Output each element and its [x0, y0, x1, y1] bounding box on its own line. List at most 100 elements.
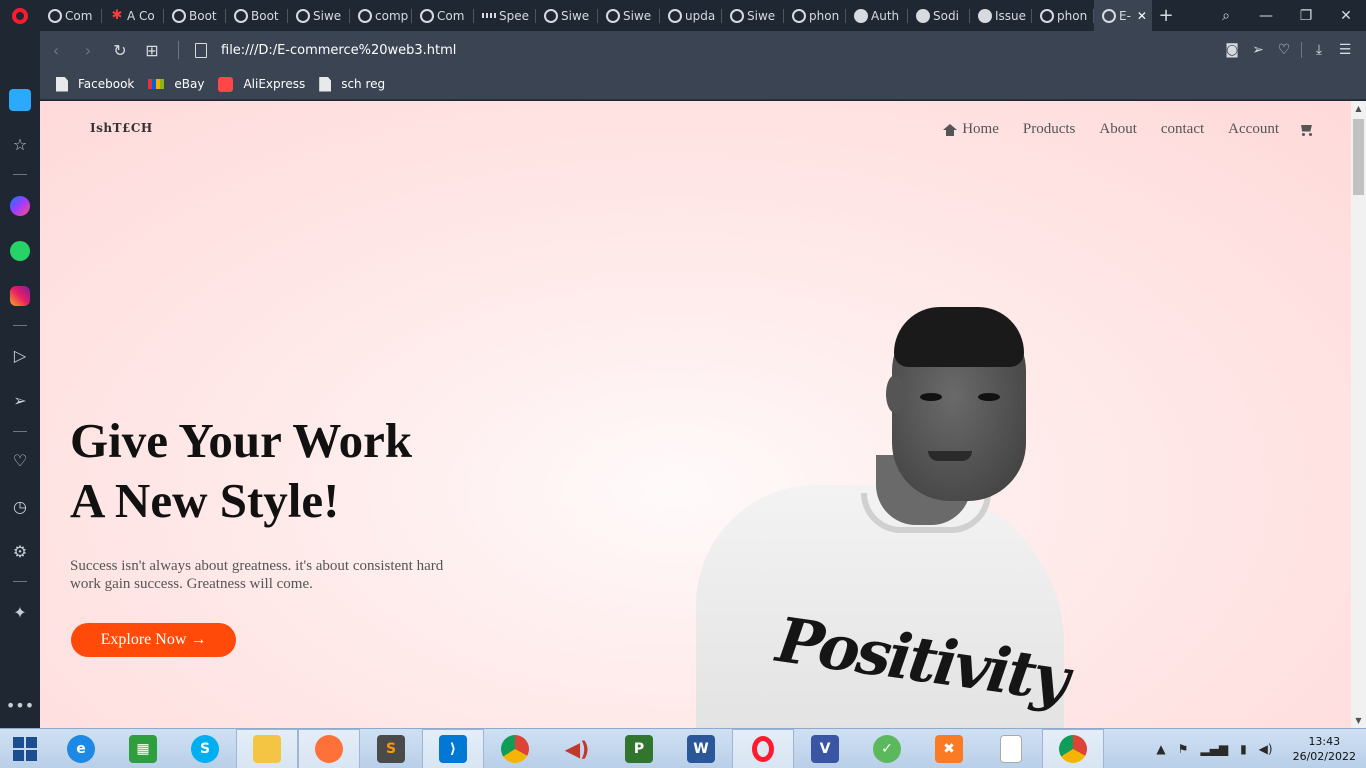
browser-tab[interactable]: phon: [784, 0, 846, 31]
show-hidden-icons-icon[interactable]: ▲: [1156, 742, 1165, 756]
taskbar-volume-app[interactable]: ◀): [546, 729, 608, 768]
taskbar-chrome-2[interactable]: [1042, 728, 1104, 768]
send-icon[interactable]: ➢: [0, 391, 40, 410]
browser-tab[interactable]: Com: [412, 0, 474, 31]
easy-setup-icon[interactable]: ☰: [1332, 42, 1358, 58]
bookmark-heart-icon[interactable]: ♡: [1271, 42, 1297, 58]
page-viewport: IshT£CH Home Products About contact Acco…: [40, 101, 1366, 728]
taskbar-camtasia[interactable]: ✓: [856, 729, 918, 768]
bookmark-sch-reg[interactable]: sch reg: [319, 76, 385, 92]
taskbar-visio[interactable]: V: [794, 729, 856, 768]
browser-tab[interactable]: Issue: [970, 0, 1032, 31]
browser-tab[interactable]: Spee: [474, 0, 536, 31]
globe-icon: [792, 8, 806, 23]
nav-home-link[interactable]: Home: [943, 121, 999, 138]
browser-tab[interactable]: ✱ A Co: [102, 0, 164, 31]
start-button[interactable]: [0, 729, 50, 768]
settings-gear-icon[interactable]: ⚙: [0, 542, 40, 561]
taskbar-project[interactable]: P: [608, 729, 670, 768]
download-icon[interactable]: ⤓: [1306, 42, 1332, 58]
close-window-button[interactable]: ✕: [1326, 8, 1366, 24]
hero-title: Give Your Work A New Style!: [70, 411, 490, 531]
shopping-cart-icon[interactable]: [1299, 124, 1314, 136]
new-tab-button[interactable]: +: [1152, 5, 1180, 26]
url-field[interactable]: file:///D:/E-commerce%20web3.html: [221, 43, 456, 58]
bookmarks-bar: Facebook eBay AliExpress sch reg: [40, 69, 1366, 100]
speed-dial-icon[interactable]: [9, 89, 31, 111]
taskbar-chrome[interactable]: [484, 729, 546, 768]
search-tabs-icon[interactable]: ⌕: [1206, 8, 1246, 24]
browser-tab[interactable]: Auth: [846, 0, 908, 31]
bookmark-ebay[interactable]: eBay: [148, 77, 204, 91]
opera-sidebar: ☆ ▷ ➢ ♡ ◷ ⚙ ✦ •••: [0, 31, 40, 728]
whatsapp-icon[interactable]: [10, 241, 30, 261]
volume-icon[interactable]: ◀): [1259, 742, 1273, 756]
taskbar-blank-file[interactable]: [980, 729, 1042, 768]
opera-menu-icon[interactable]: [0, 0, 40, 31]
taskbar-word[interactable]: W: [670, 729, 732, 768]
close-tab-icon[interactable]: ✕: [1137, 9, 1147, 23]
tabs-grid-icon[interactable]: ⊞: [136, 41, 168, 60]
taskbar-firefox[interactable]: [298, 728, 360, 768]
folder-icon: [253, 734, 281, 763]
bookmarks-star-icon[interactable]: ☆: [0, 135, 40, 154]
bookmark-aliexpress[interactable]: AliExpress: [218, 76, 305, 92]
taskbar-sublime-text[interactable]: S: [360, 729, 422, 768]
bookmark-facebook[interactable]: Facebook: [56, 76, 134, 92]
system-clock[interactable]: 13:43 26/02/2022: [1293, 734, 1356, 764]
reload-icon[interactable]: ↻: [104, 41, 136, 60]
sidebar-divider: [13, 325, 27, 326]
nav-contact-link[interactable]: contact: [1161, 121, 1204, 138]
heart-icon[interactable]: ♡: [0, 451, 40, 470]
restore-button[interactable]: ❐: [1286, 8, 1326, 24]
asterisk-icon: ✱: [111, 8, 123, 23]
taskbar-internet-explorer[interactable]: e: [50, 729, 112, 768]
history-clock-icon[interactable]: ◷: [0, 497, 40, 516]
instagram-icon[interactable]: [10, 286, 30, 306]
taskbar-vscode[interactable]: ⟩: [422, 728, 484, 768]
browser-tab[interactable]: Siwe: [598, 0, 660, 31]
nav-about-link[interactable]: About: [1099, 121, 1137, 138]
back-icon[interactable]: ‹: [40, 41, 72, 60]
scroll-down-icon[interactable]: ▼: [1351, 716, 1366, 725]
site-logo[interactable]: IshT£CH: [90, 121, 153, 135]
taskbar-store[interactable]: ▦: [112, 729, 174, 768]
messenger-icon[interactable]: [10, 196, 30, 216]
taskbar-file-explorer[interactable]: [236, 728, 298, 768]
grid-icon: [482, 9, 496, 23]
active-browser-tab[interactable]: E- ✕: [1094, 0, 1152, 31]
page-scrollbar[interactable]: ▲ ▼: [1351, 101, 1366, 728]
lightbulb-icon[interactable]: ✦: [0, 603, 40, 622]
nav-products-link[interactable]: Products: [1023, 121, 1076, 138]
taskbar-xampp[interactable]: ✖: [918, 729, 980, 768]
page-document-icon: [195, 42, 207, 58]
network-signal-icon[interactable]: ▂▄▆: [1200, 742, 1228, 756]
taskbar-skype[interactable]: S: [174, 729, 236, 768]
browser-tab[interactable]: Boot: [164, 0, 226, 31]
battery-icon[interactable]: ▮: [1240, 742, 1247, 756]
scrollbar-thumb[interactable]: [1353, 119, 1364, 195]
browser-tab[interactable]: Siwe: [536, 0, 598, 31]
browser-tab[interactable]: phon: [1032, 0, 1094, 31]
browser-tab[interactable]: Com: [40, 0, 102, 31]
more-options-icon[interactable]: •••: [0, 696, 40, 715]
browser-tab[interactable]: Siwe: [722, 0, 784, 31]
forward-icon[interactable]: ›: [72, 41, 104, 60]
send-flow-icon[interactable]: ➢: [1245, 42, 1271, 58]
browser-tab[interactable]: upda: [660, 0, 722, 31]
ms-project-icon: P: [625, 734, 653, 763]
browser-tab[interactable]: comp: [350, 0, 412, 31]
action-center-flag-icon[interactable]: ⚑: [1178, 742, 1189, 756]
nav-account-link[interactable]: Account: [1228, 121, 1279, 138]
taskbar-opera[interactable]: [732, 728, 794, 768]
explore-now-button[interactable]: Explore Now →: [71, 623, 236, 657]
camera-snapshot-icon[interactable]: ◙: [1219, 42, 1245, 58]
minimize-button[interactable]: —: [1246, 8, 1286, 24]
window-controls: ⌕ — ❐ ✕: [1206, 0, 1366, 31]
github-icon: [916, 8, 930, 23]
browser-tab[interactable]: Boot: [226, 0, 288, 31]
browser-tab[interactable]: Sodi: [908, 0, 970, 31]
scroll-up-icon[interactable]: ▲: [1351, 104, 1366, 113]
browser-tab[interactable]: Siwe: [288, 0, 350, 31]
player-icon[interactable]: ▷: [0, 346, 40, 365]
